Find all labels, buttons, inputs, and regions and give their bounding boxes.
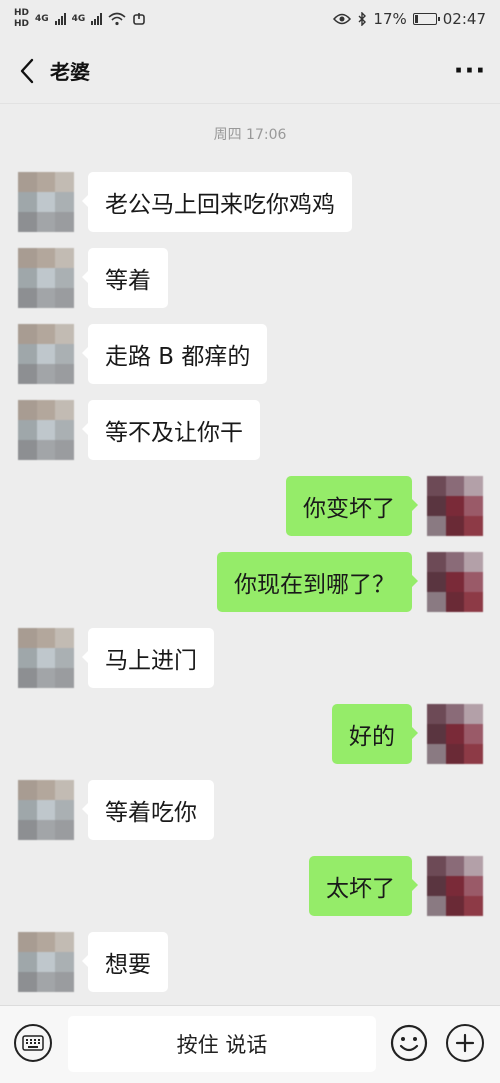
contact-avatar[interactable] bbox=[18, 932, 74, 992]
received-message: 老公马上回来吃你鸡鸡 bbox=[0, 172, 500, 232]
received-message: 想要 bbox=[0, 932, 500, 992]
wifi-icon bbox=[108, 12, 126, 26]
chat-header: 老婆 ··· bbox=[0, 38, 500, 104]
keyboard-toggle-button[interactable] bbox=[14, 1024, 52, 1062]
battery-percent: 17% bbox=[373, 10, 407, 28]
contact-avatar[interactable] bbox=[18, 324, 74, 384]
status-time: 02:47 bbox=[442, 10, 486, 28]
hd-label-top: HD bbox=[14, 8, 30, 18]
contact-avatar[interactable] bbox=[18, 248, 74, 308]
sent-message: 太坏了 bbox=[0, 856, 500, 916]
back-button[interactable] bbox=[0, 38, 54, 104]
self-avatar[interactable] bbox=[427, 476, 483, 536]
self-avatar[interactable] bbox=[427, 552, 483, 612]
message-bubble[interactable]: 等着 bbox=[82, 248, 168, 308]
more-dots-icon: ··· bbox=[453, 55, 487, 86]
contact-avatar[interactable] bbox=[18, 628, 74, 688]
signal-icon bbox=[91, 13, 103, 25]
sent-message: 好的 bbox=[0, 704, 500, 764]
chat-title: 老婆 bbox=[50, 60, 90, 84]
message-bubble[interactable]: 你变坏了 bbox=[286, 476, 418, 536]
status-right: 17% 02:47 bbox=[333, 10, 486, 28]
network-type-1: 4G bbox=[35, 13, 49, 24]
received-message: 等着 bbox=[0, 248, 500, 308]
chevron-left-icon bbox=[20, 58, 34, 83]
hold-to-talk-button[interactable]: 按住 说话 bbox=[68, 1016, 376, 1072]
more-functions-button[interactable] bbox=[446, 1024, 484, 1062]
signal-icon bbox=[54, 13, 66, 25]
message-bubble[interactable]: 太坏了 bbox=[309, 856, 418, 916]
bluetooth-icon bbox=[358, 12, 367, 26]
keyboard-icon bbox=[22, 1035, 44, 1051]
contact-avatar[interactable] bbox=[18, 400, 74, 460]
message-bubble[interactable]: 等不及让你干 bbox=[82, 400, 260, 460]
network-type-2: 4G bbox=[71, 13, 86, 24]
message-bubble[interactable]: 老公马上回来吃你鸡鸡 bbox=[82, 172, 352, 232]
received-message: 等不及让你干 bbox=[0, 400, 500, 460]
message-bubble[interactable]: 等着吃你 bbox=[82, 780, 214, 840]
self-avatar[interactable] bbox=[427, 704, 483, 764]
contact-avatar[interactable] bbox=[18, 172, 74, 232]
message-bubble[interactable]: 好的 bbox=[332, 704, 418, 764]
message-bubble[interactable]: 走路 B 都痒的 bbox=[81, 324, 268, 384]
sent-message: 你现在到哪了？ bbox=[0, 552, 500, 612]
hd-indicator: HD HD bbox=[14, 9, 29, 29]
eye-icon bbox=[333, 13, 352, 25]
message-bubble[interactable]: 马上进门 bbox=[82, 628, 214, 688]
hd-label-bottom: HD bbox=[14, 19, 30, 29]
more-button[interactable]: ··· bbox=[440, 38, 500, 104]
notification-icon bbox=[133, 13, 146, 25]
received-message: 走路 B 都痒的 bbox=[0, 324, 500, 384]
battery-icon bbox=[412, 13, 440, 25]
message-timestamp: 周四 17:06 bbox=[213, 127, 287, 143]
contact-avatar[interactable] bbox=[18, 780, 74, 840]
smiley-icon bbox=[390, 1024, 428, 1062]
sent-message: 你变坏了 bbox=[0, 476, 500, 536]
status-bar: HD HD 4G 4G 17% 02:47 bbox=[0, 0, 500, 38]
input-bar: 按住 说话 bbox=[0, 1005, 500, 1083]
message-bubble[interactable]: 你现在到哪了？ bbox=[217, 552, 418, 612]
emoji-button[interactable] bbox=[390, 1024, 428, 1062]
plus-icon bbox=[455, 1033, 475, 1053]
received-message: 等着吃你 bbox=[0, 780, 500, 840]
message-bubble[interactable]: 想要 bbox=[82, 932, 168, 992]
battery-fill bbox=[414, 15, 419, 23]
received-message: 马上进门 bbox=[0, 628, 500, 688]
status-left: HD HD 4G 4G bbox=[14, 9, 146, 29]
self-avatar[interactable] bbox=[427, 856, 483, 916]
